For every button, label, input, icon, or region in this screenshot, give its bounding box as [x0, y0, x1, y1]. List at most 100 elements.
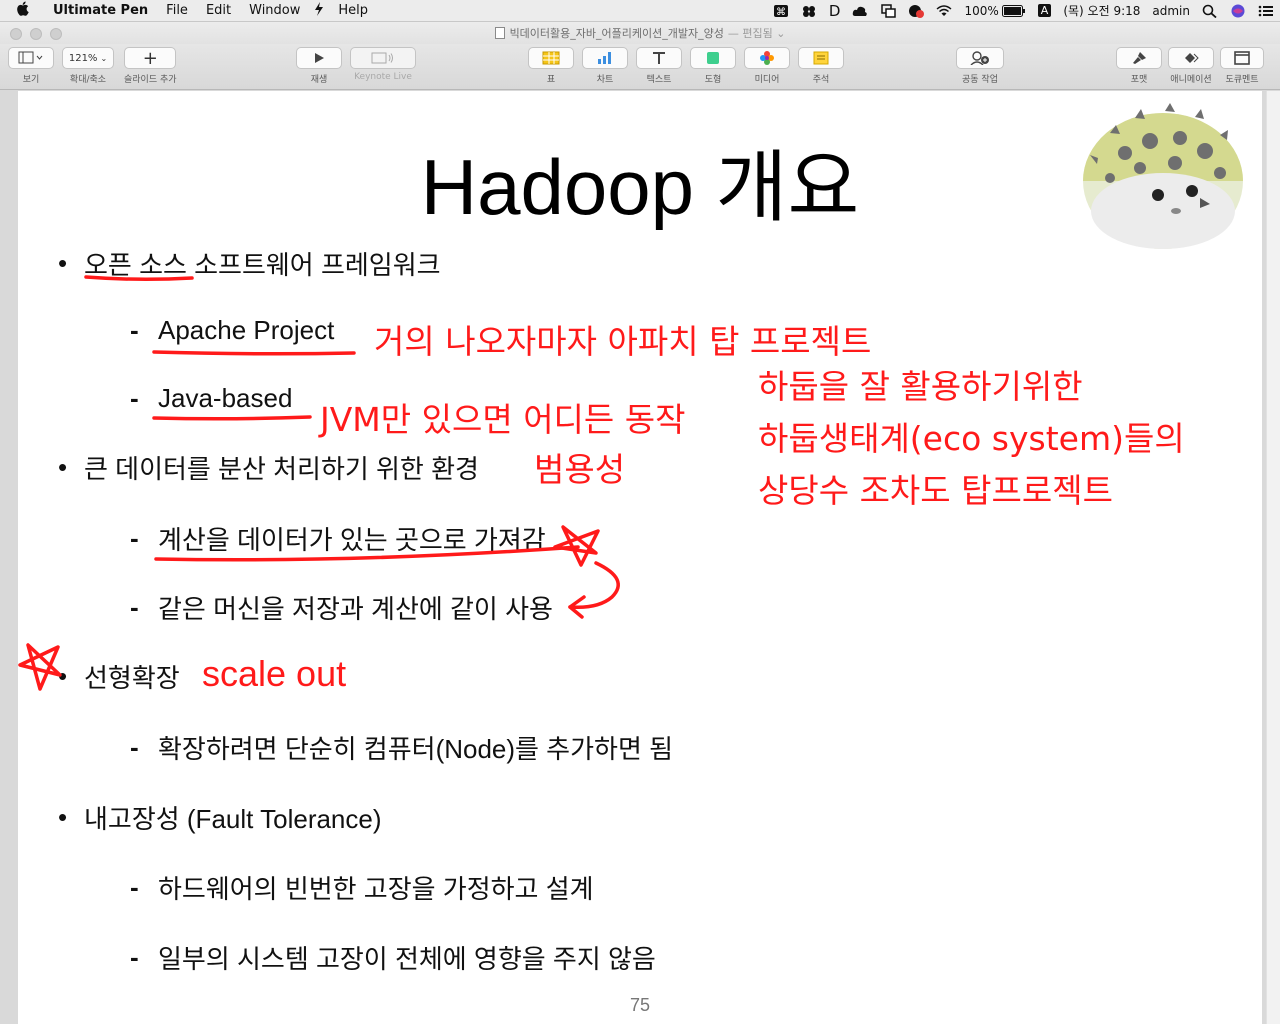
slide-canvas[interactable]: Hadoop 개요 • 오픈 소스 소프트웨어 프레임워크 - Apache P… — [0, 91, 1280, 1024]
dash-marker: - — [130, 383, 139, 413]
siri-icon[interactable] — [1224, 0, 1252, 22]
comment-tool[interactable]: 주석 — [798, 47, 844, 85]
document-label: 도큐멘트 — [1225, 75, 1259, 85]
bullet-open-source[interactable]: • 오픈 소스 소프트웨어 프레임워크 — [58, 245, 441, 282]
keynote-toolbar: 보기 121% ⌄ 확대/축소 + 슬라이드 추가 재생 Keynote Liv… — [0, 44, 1280, 90]
fullscreen-button[interactable] — [50, 28, 62, 40]
spotlight-search-icon[interactable] — [1196, 0, 1224, 22]
play-label: 재생 — [310, 75, 328, 85]
app-menu[interactable]: Ultimate Pen — [44, 3, 157, 18]
keynote-live-icon — [371, 52, 393, 64]
bullet-dot: • — [58, 248, 68, 278]
media-tool[interactable]: 미디어 — [744, 47, 790, 85]
annotation-generality[interactable]: 범용성 — [534, 443, 625, 491]
bullet-distributed-processing[interactable]: • 큰 데이터를 분산 처리하기 위한 환경 — [58, 449, 479, 486]
dash-marker: - — [130, 872, 139, 902]
input-source-indicator[interactable]: A — [1032, 0, 1058, 22]
notification-icon[interactable] — [902, 0, 930, 22]
text-label: 텍스트 — [646, 75, 672, 85]
menu-help[interactable]: Help — [329, 3, 377, 18]
table-label: 표 — [546, 75, 556, 85]
cloud-icon[interactable] — [846, 0, 874, 22]
shape-icon — [707, 52, 719, 64]
menu-edit[interactable]: Edit — [197, 3, 240, 18]
animate-button[interactable] — [1168, 47, 1214, 69]
cloud-sync-icon[interactable] — [795, 0, 823, 22]
zoom-select[interactable]: 121% ⌄ — [62, 47, 114, 69]
keynote-live-label: Keynote Live — [354, 72, 412, 82]
annotation-apache-top-project[interactable]: 거의 나오자마자 아파치 탑 프로젝트 — [374, 315, 871, 363]
view-tool[interactable]: 보기 — [8, 47, 54, 85]
comment-button[interactable] — [798, 47, 844, 69]
bullet-dot: • — [58, 661, 68, 691]
document-tool[interactable]: 도큐멘트 — [1220, 47, 1264, 85]
sub-move-computation[interactable]: - 계산을 데이터가 있는 곳으로 가져감 — [130, 520, 546, 557]
battery-status[interactable]: 100% — [958, 0, 1031, 22]
apple-menu-icon[interactable] — [0, 1, 44, 20]
command-key-icon[interactable]: ⌘ — [767, 0, 795, 22]
bullet-text: 선형확장 — [84, 663, 180, 693]
chart-tool[interactable]: 차트 — [582, 47, 628, 85]
annotation-ecosystem-line: 하둡을 잘 활용하기위한 — [758, 367, 1083, 406]
sub-java-based[interactable]: - Java-based — [130, 383, 292, 414]
slide[interactable]: Hadoop 개요 • 오픈 소스 소프트웨어 프레임워크 - Apache P… — [18, 91, 1262, 1024]
annotation-jvm[interactable]: JVM만 있으면 어디든 동작 — [320, 393, 686, 441]
document-button[interactable] — [1220, 47, 1264, 69]
annotation-scale-out[interactable]: scale out — [202, 653, 346, 695]
chart-button[interactable] — [582, 47, 628, 69]
format-tool[interactable]: 포맷 — [1116, 47, 1162, 85]
collaborate-tool[interactable]: 공동 작업 — [956, 47, 1004, 85]
bullet-dot: • — [58, 452, 68, 482]
close-button[interactable] — [10, 28, 22, 40]
annotation-ecosystem[interactable]: 하둡을 잘 활용하기위한 하둡생태계(eco system)들의 상당수 조차도… — [758, 361, 1185, 517]
play-button[interactable] — [296, 47, 342, 69]
arrow-head — [568, 595, 586, 619]
add-slide-tool[interactable]: + 슬라이드 추가 — [124, 47, 177, 85]
sub-text: Java-based — [158, 383, 293, 413]
collaborate-button[interactable] — [956, 47, 1004, 69]
play-tool[interactable]: 재생 — [296, 47, 342, 85]
table-button[interactable] — [528, 47, 574, 69]
text-tool[interactable]: 텍스트 — [636, 47, 682, 85]
text-button[interactable] — [636, 47, 682, 69]
edited-status[interactable]: — 편집됨 ⌄ — [728, 25, 786, 41]
wifi-icon[interactable] — [930, 0, 958, 22]
add-slide-button[interactable]: + — [124, 47, 177, 69]
keynote-live-tool[interactable]: Keynote Live — [350, 47, 416, 82]
table-icon — [542, 51, 560, 65]
view-button[interactable] — [8, 47, 54, 69]
sub-frequent-failure[interactable]: - 하드웨어의 빈번한 고장을 가정하고 설계 — [130, 869, 594, 906]
menu-file[interactable]: File — [157, 3, 197, 18]
sub-partial-failure[interactable]: - 일부의 시스템 고장이 전체에 영향을 주지 않음 — [130, 939, 656, 976]
text-icon — [653, 52, 665, 64]
animate-tool[interactable]: 애니메이션 — [1168, 47, 1214, 85]
shape-tool[interactable]: 도형 — [690, 47, 736, 85]
media-button[interactable] — [744, 47, 790, 69]
dash-marker: - — [130, 592, 139, 622]
pen-tool-icon[interactable] — [309, 1, 329, 20]
minimize-button[interactable] — [30, 28, 42, 40]
vertical-scrollbar[interactable] — [1266, 91, 1280, 1024]
shape-button[interactable] — [690, 47, 736, 69]
notification-center-icon[interactable] — [1252, 0, 1280, 22]
sub-add-node[interactable]: - 확장하려면 단순히 컴퓨터(Node)를 추가하면 됨 — [130, 729, 673, 766]
slide-title[interactable]: Hadoop 개요 — [18, 125, 1262, 237]
d-app-icon[interactable]: D — [823, 0, 847, 22]
collaborate-label: 공동 작업 — [962, 75, 998, 85]
play-icon — [315, 53, 324, 63]
sub-same-machine[interactable]: - 같은 머신을 저장과 계산에 같이 사용 — [130, 589, 553, 626]
zoom-tool[interactable]: 121% ⌄ 확대/축소 — [62, 47, 114, 85]
table-tool[interactable]: 표 — [528, 47, 574, 85]
sub-apache-project[interactable]: - Apache Project — [130, 315, 334, 346]
bullet-linear-scaling[interactable]: • 선형확장 — [58, 658, 180, 695]
bullet-fault-tolerance[interactable]: • 내고장성 (Fault Tolerance) — [58, 799, 382, 836]
format-button[interactable] — [1116, 47, 1162, 69]
bullet-dot: • — [58, 802, 68, 832]
star-mark-linear-scaling — [18, 643, 62, 691]
keynote-live-button[interactable] — [350, 47, 416, 69]
window-switch-icon[interactable] — [874, 0, 902, 22]
menu-window[interactable]: Window — [240, 3, 309, 18]
user-menu[interactable]: admin — [1146, 0, 1196, 22]
clock[interactable]: (목) 오전 9:18 — [1057, 0, 1146, 22]
window-title: 빅데이터활용_자바_어플리케이션_개발자_양성 — [509, 27, 724, 40]
